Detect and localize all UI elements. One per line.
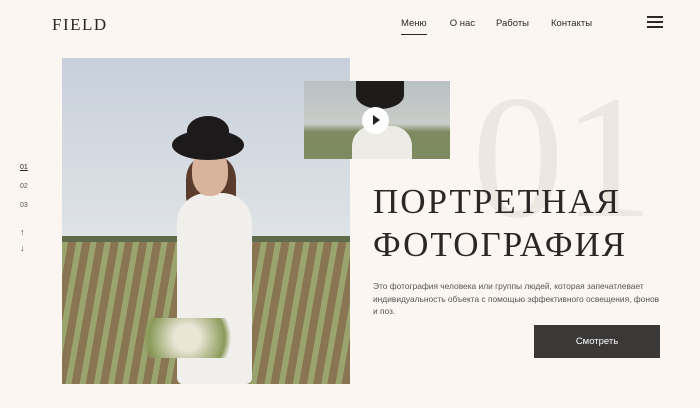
play-icon[interactable] [362, 107, 389, 134]
pager-item-02[interactable]: 02 [20, 183, 28, 202]
hamburger-menu-icon[interactable] [647, 15, 663, 29]
main-nav: Меню О нас Работы Контакты [401, 18, 592, 35]
watch-button[interactable]: Смотреть [534, 325, 660, 358]
hero-title: ПОРТРЕТНАЯ ФОТОГРАФИЯ [373, 180, 627, 266]
arrow-up-icon[interactable]: ↑ [20, 224, 25, 240]
pager-item-03[interactable]: 03 [20, 202, 28, 221]
nav-contacts[interactable]: Контакты [551, 18, 592, 32]
logo[interactable]: FIELD [52, 15, 108, 35]
slide-arrows: ↑ ↓ [20, 224, 25, 256]
nav-about[interactable]: О нас [450, 18, 475, 32]
nav-menu[interactable]: Меню [401, 18, 427, 35]
slide-pager: 01 02 03 [20, 164, 28, 221]
arrow-down-icon[interactable]: ↓ [20, 240, 25, 256]
hero-title-line-1: ПОРТРЕТНАЯ [373, 182, 621, 221]
hero-description: Это фотография человека или группы людей… [373, 281, 660, 316]
pager-item-01[interactable]: 01 [20, 164, 28, 183]
hero-title-line-2: ФОТОГРАФИЯ [373, 225, 628, 264]
nav-works[interactable]: Работы [496, 18, 529, 32]
